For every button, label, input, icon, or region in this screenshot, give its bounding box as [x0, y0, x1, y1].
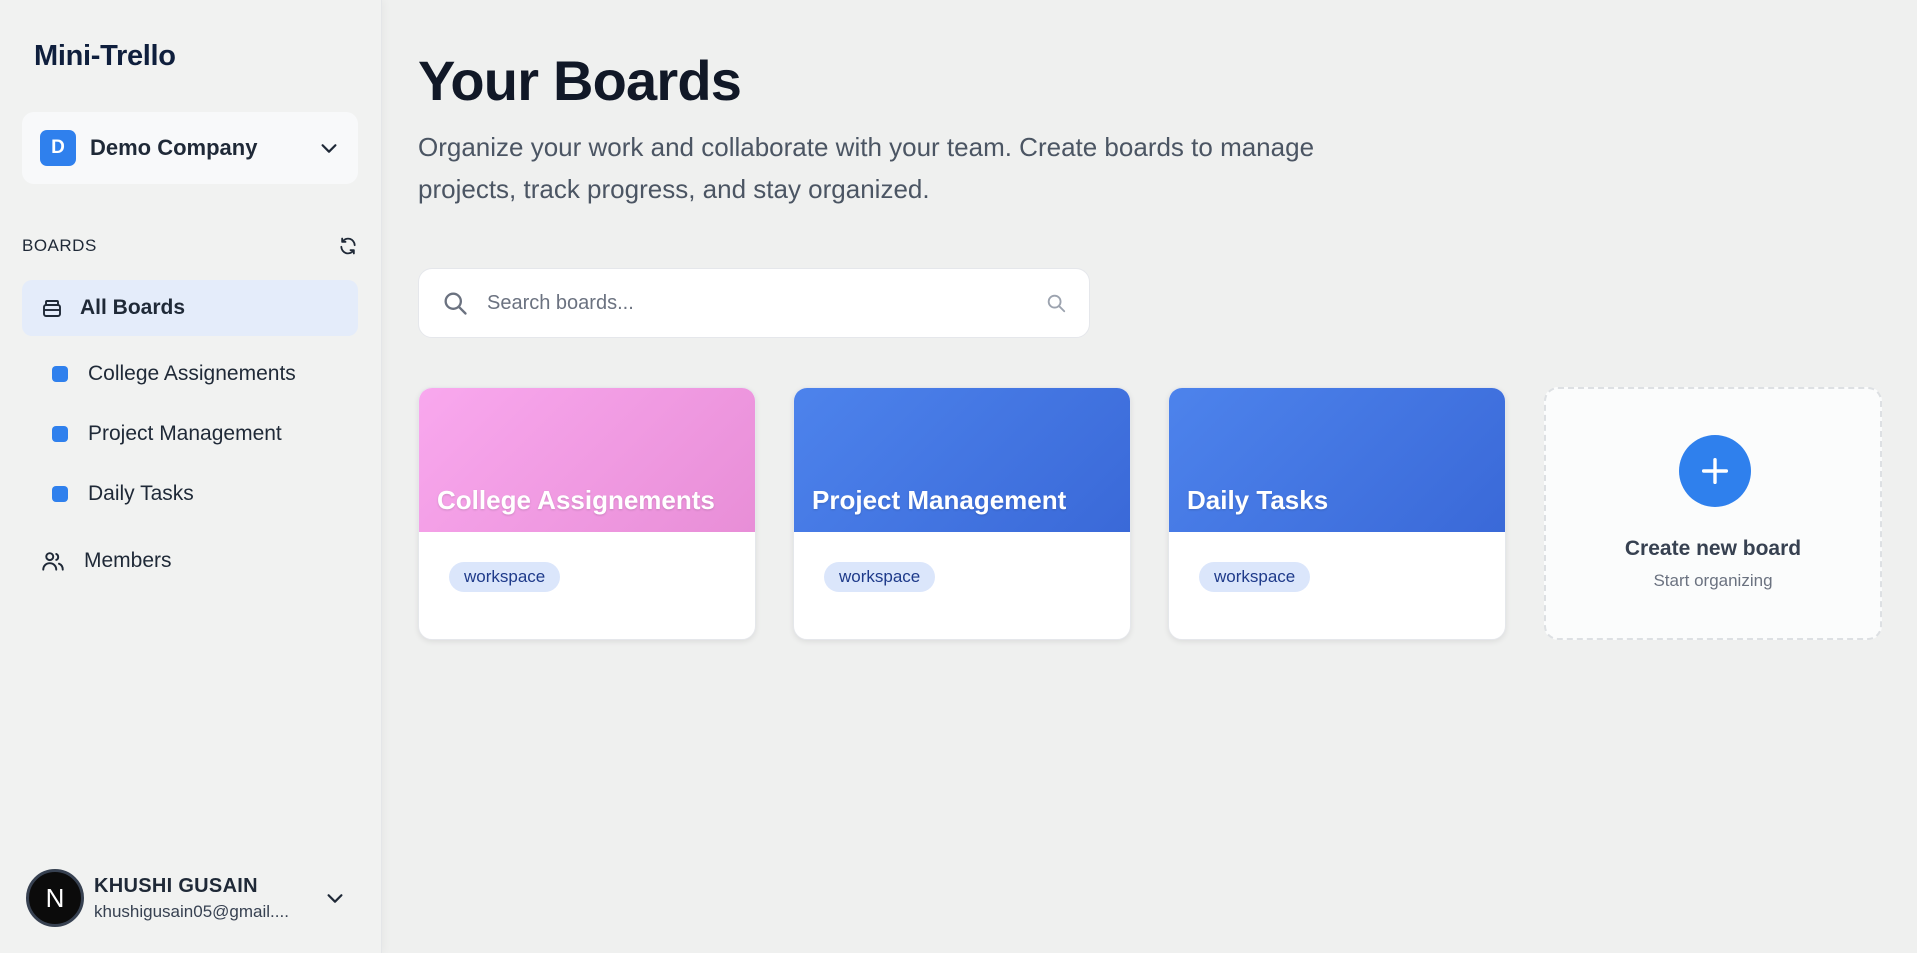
board-card-title: Project Management [812, 485, 1067, 515]
avatar: N [26, 869, 84, 927]
sidebar-item-all-boards[interactable]: All Boards [22, 280, 358, 336]
chevron-down-icon [321, 144, 337, 153]
board-card-header: Daily Tasks [1169, 388, 1505, 532]
board-card-title: College Assignements [437, 485, 715, 515]
workspace-badge: D [40, 130, 76, 166]
sidebar-item-label: Members [84, 549, 172, 572]
user-menu[interactable]: N KHUSHI GUSAIN khushigusain05@gmail.... [26, 868, 346, 928]
create-board-subtitle: Start organizing [1653, 571, 1773, 590]
create-board-card[interactable]: Create new board Start organizing [1544, 387, 1882, 640]
board-card-header: Project Management [794, 388, 1130, 532]
sidebar-item-members[interactable]: Members [40, 544, 172, 578]
board-card-tag: workspace [824, 562, 936, 592]
sidebar-item-college-assignements[interactable]: College Assignements [52, 358, 296, 390]
create-board-button[interactable] [1679, 435, 1751, 507]
sidebar-item-label: Project Management [88, 422, 282, 445]
page-title: Your Boards [418, 49, 742, 112]
board-card-project-management[interactable]: Project Management workspace [793, 387, 1131, 640]
board-color-dot [52, 426, 68, 442]
sidebar: Mini-Trello D Demo Company BOARDS All Bo… [0, 0, 382, 953]
board-color-dot [52, 486, 68, 502]
chevron-down-icon [327, 894, 343, 903]
app-title: Mini-Trello [34, 40, 176, 72]
board-card-college-assignements[interactable]: College Assignements workspace [418, 387, 756, 640]
board-card-tag: workspace [1199, 562, 1311, 592]
search-icon[interactable] [1045, 292, 1067, 314]
search-input[interactable] [487, 291, 1045, 315]
workspace-name: Demo Company [90, 135, 258, 160]
create-board-title: Create new board [1624, 537, 1802, 560]
workspace-switcher[interactable]: D Demo Company [22, 112, 358, 184]
user-email: khushigusain05@gmail.... [94, 901, 289, 921]
board-card-title: Daily Tasks [1187, 485, 1329, 515]
sidebar-item-label: Daily Tasks [88, 482, 194, 505]
boards-section-label: BOARDS [22, 236, 97, 255]
user-info: KHUSHI GUSAIN khushigusain05@gmail.... [94, 875, 324, 922]
sidebar-item-daily-tasks[interactable]: Daily Tasks [52, 478, 194, 510]
archive-box-icon [43, 300, 61, 317]
sidebar-item-label: College Assignements [88, 362, 296, 385]
board-card-tag: workspace [449, 562, 561, 592]
main-content: Your Boards Organize your work and colla… [382, 0, 1917, 953]
sidebar-item-project-management[interactable]: Project Management [52, 418, 282, 450]
refresh-icon[interactable] [338, 236, 358, 256]
users-icon [42, 552, 64, 571]
board-card-header: College Assignements [419, 388, 755, 532]
board-card-daily-tasks[interactable]: Daily Tasks workspace [1168, 387, 1506, 640]
page-subtitle: Organize your work and collaborate with … [418, 132, 1315, 204]
user-name: KHUSHI GUSAIN [94, 874, 258, 897]
search-bar [418, 268, 1090, 338]
sidebar-item-label: All Boards [80, 296, 186, 319]
search-icon [444, 292, 467, 315]
boards-section-header: BOARDS [22, 236, 358, 256]
board-color-dot [52, 366, 68, 382]
plus-icon [1701, 457, 1729, 485]
